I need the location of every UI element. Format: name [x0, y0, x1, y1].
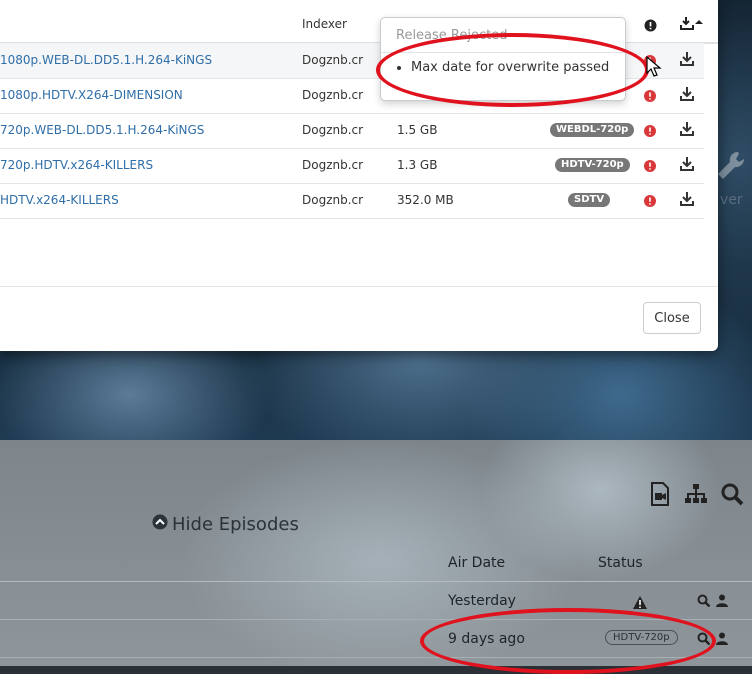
release-title-link[interactable]: 720p.WEB-DL.DD5.1.H.264-KiNGS: [0, 123, 204, 137]
toolbar-label-fragment: ver: [720, 192, 743, 208]
air-date-header[interactable]: Air Date: [448, 555, 505, 571]
wrench-icon: [716, 150, 745, 188]
popover-title: Release Rejected: [396, 28, 508, 43]
rejected-header-icon[interactable]: [644, 17, 657, 36]
chevron-up-circle-icon: [152, 514, 168, 535]
mouse-cursor-icon: [646, 55, 662, 82]
indexer-header[interactable]: Indexer: [302, 17, 347, 31]
status-header[interactable]: Status: [598, 555, 643, 571]
episode-actions: [697, 592, 728, 611]
sitemap-icon[interactable]: [684, 482, 708, 506]
video-file-icon[interactable]: [648, 482, 672, 506]
search-icon[interactable]: [697, 592, 711, 611]
rejected-icon[interactable]: [644, 87, 656, 102]
release-indexer: Dogznb.cr: [302, 123, 364, 137]
quality-badge: SDTV: [568, 193, 611, 207]
rejected-icon[interactable]: [644, 192, 656, 207]
episode-quality-badge: HDTV-720p: [605, 630, 678, 645]
episodes-toolbar: [648, 482, 744, 506]
popover-divider: [381, 52, 625, 53]
release-indexer: Dogznb.cr: [302, 53, 364, 67]
release-title-link[interactable]: 720p.HDTV.x264-KILLERS: [0, 158, 153, 172]
download-icon[interactable]: [680, 191, 694, 206]
episode-air-date: 9 days ago: [448, 631, 525, 647]
quality-badge: WEBDL-720p: [550, 123, 635, 137]
search-icon[interactable]: [720, 482, 744, 506]
release-size: 352.0 MB: [397, 193, 454, 207]
episode-air-date: Yesterday: [448, 593, 516, 609]
release-size: 1.5 GB: [397, 123, 438, 137]
rejection-popover: Release Rejected Max date for overwrite …: [380, 17, 626, 101]
warning-icon: [633, 594, 647, 613]
release-row: HDTV.x264-KILLERS Dogznb.cr 352.0 MB SDT…: [0, 183, 704, 219]
episode-row: 9 days ago HDTV-720p: [0, 620, 752, 658]
episode-row: Yesterday: [0, 582, 752, 620]
download-icon[interactable]: [680, 86, 694, 101]
release-indexer: Dogznb.cr: [302, 193, 364, 207]
quality-badge: HDTV-720p: [555, 158, 630, 172]
release-title-link[interactable]: 1080p.HDTV.X264-DIMENSION: [0, 88, 183, 102]
hide-episodes-toggle[interactable]: Hide Episodes: [152, 514, 299, 535]
rejection-reasons: Max date for overwrite passed: [381, 60, 609, 75]
hide-episodes-label: Hide Episodes: [172, 514, 299, 535]
download-sort-icon[interactable]: [680, 15, 704, 34]
modal-footer-divider: [0, 286, 718, 287]
episodes-table-header: Air Date Status: [0, 553, 752, 582]
release-row: 720p.HDTV.x264-KILLERS Dogznb.cr 1.3 GB …: [0, 148, 704, 184]
rejected-icon[interactable]: [644, 122, 656, 137]
download-icon[interactable]: [680, 156, 694, 171]
close-button[interactable]: Close: [643, 302, 701, 334]
download-icon[interactable]: [680, 121, 694, 136]
user-icon[interactable]: [716, 592, 728, 611]
search-icon[interactable]: [697, 630, 711, 649]
user-icon[interactable]: [716, 630, 728, 649]
rejected-icon[interactable]: [644, 157, 656, 172]
release-size: 1.3 GB: [397, 158, 438, 172]
download-icon[interactable]: [680, 51, 694, 66]
release-indexer: Dogznb.cr: [302, 158, 364, 172]
rejection-reason: Max date for overwrite passed: [411, 60, 609, 75]
release-title-link[interactable]: 1080p.WEB-DL.DD5.1.H.264-KiNGS: [0, 53, 212, 67]
release-indexer: Dogznb.cr: [302, 88, 364, 102]
release-title-link[interactable]: HDTV.x264-KILLERS: [0, 193, 119, 207]
release-row: 720p.WEB-DL.DD5.1.H.264-KiNGS Dogznb.cr …: [0, 113, 704, 149]
episode-actions: [697, 630, 728, 649]
